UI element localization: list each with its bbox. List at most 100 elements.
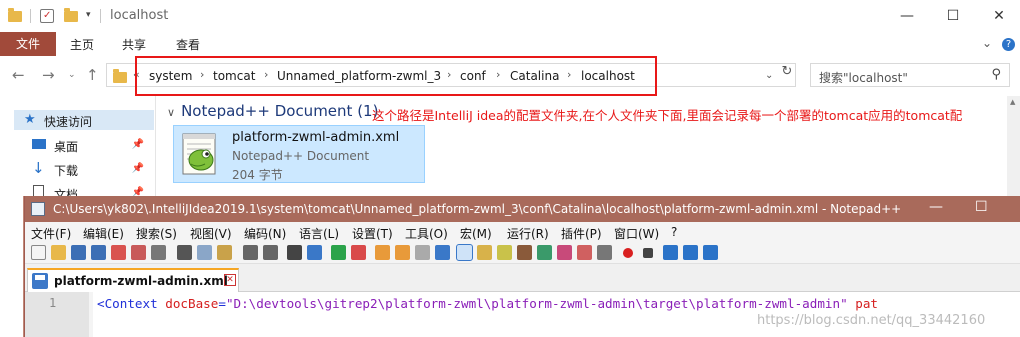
xml-tag: <Context — [97, 296, 158, 311]
indent-guide-icon[interactable] — [456, 244, 473, 261]
notepadpp-titlebar: C:\Users\yk802\.IntelliJIdea2019.1\syste… — [25, 196, 1020, 222]
word-wrap-icon[interactable] — [415, 245, 430, 260]
fold-margin — [89, 292, 93, 337]
window-title: localhost — [110, 8, 169, 23]
open-file-icon[interactable] — [51, 245, 66, 260]
tab-platform-zwml-admin[interactable]: platform-zwml-admin.xml ✕ — [27, 268, 239, 292]
minimize-button[interactable]: — — [929, 199, 943, 215]
forward-icon[interactable]: → — [42, 66, 55, 84]
menu-settings[interactable]: 设置(T) — [352, 225, 393, 242]
minimize-button[interactable]: — — [884, 4, 930, 28]
record-macro-icon[interactable] — [623, 248, 633, 258]
sync-vertical-icon[interactable] — [375, 245, 390, 260]
run-macro-multiple-icon[interactable] — [683, 245, 698, 260]
play-macro-icon[interactable] — [663, 245, 678, 260]
zoom-out-icon[interactable] — [351, 245, 366, 260]
maximize-button[interactable]: ☐ — [930, 4, 976, 28]
new-folder-icon[interactable] — [64, 8, 78, 24]
ribbon-tab-home[interactable]: 主页 — [70, 36, 94, 53]
sync-horizontal-icon[interactable] — [395, 245, 410, 260]
close-all-icon[interactable] — [131, 245, 146, 260]
refresh-icon[interactable]: ↻ — [778, 64, 796, 86]
ribbon: 文件 主页 共享 查看 ⌄ ? — [0, 32, 1020, 56]
menu-encoding[interactable]: 编码(N) — [244, 225, 286, 242]
group-header[interactable]: ∨ Notepad++ Document (1) — [167, 102, 378, 120]
paste-icon[interactable] — [217, 245, 232, 260]
collapse-chevron-icon[interactable]: ∨ — [167, 106, 175, 119]
show-all-chars-icon[interactable] — [435, 245, 450, 260]
file-size: 204 字节 — [232, 168, 283, 182]
up-icon[interactable]: ↑ — [86, 66, 99, 84]
annotation-note: 这个路径是IntelliJ idea的配置文件夹,在个人文件夹下面,里面会记录每… — [372, 108, 963, 141]
cut-icon[interactable] — [177, 245, 192, 260]
preview-icon[interactable] — [597, 245, 612, 260]
copy-icon[interactable] — [197, 245, 212, 260]
address-folder-icon — [113, 69, 127, 83]
expand-ribbon-icon[interactable]: ⌄ — [982, 36, 992, 50]
menu-search[interactable]: 搜索(S) — [136, 225, 177, 242]
sidebar-item-label: 下载 — [54, 164, 79, 178]
close-tab-icon[interactable]: ✕ — [224, 274, 236, 286]
doc-map-icon[interactable] — [497, 245, 512, 260]
tab-bar: platform-zwml-admin.xml ✕ — [25, 264, 1020, 292]
address-dropdown-icon[interactable]: ⌄ — [765, 70, 773, 81]
pin-icon[interactable]: 📌 — [132, 139, 144, 150]
sidebar-item-label: 快速访问 — [44, 115, 93, 129]
sidebar-item-label: 桌面 — [54, 140, 79, 154]
sidebar-item-desktop[interactable]: 桌面 📌 — [20, 135, 150, 155]
new-file-icon[interactable] — [31, 245, 46, 260]
file-item[interactable]: platform-zwml-admin.xml Notepad++ Docume… — [173, 125, 425, 183]
find-icon[interactable] — [287, 245, 302, 260]
menu-language[interactable]: 语言(L) — [299, 225, 339, 242]
ribbon-tab-file[interactable]: 文件 — [0, 32, 56, 56]
language-icon[interactable] — [477, 245, 492, 260]
line-number-gutter — [25, 292, 89, 337]
menu-window[interactable]: 窗口(W) — [614, 225, 659, 242]
maximize-button[interactable]: ☐ — [975, 199, 988, 215]
back-icon[interactable]: ← — [12, 66, 25, 84]
folder-as-workspace-icon[interactable] — [537, 245, 552, 260]
toolbar — [25, 242, 1020, 264]
vertical-scrollbar[interactable]: ▲ — [1007, 96, 1020, 196]
menu-view[interactable]: 视图(V) — [190, 225, 232, 242]
monitoring-icon[interactable] — [557, 245, 572, 260]
group-header-label: Notepad++ Document (1) — [181, 102, 379, 120]
menu-plugins[interactable]: 插件(P) — [561, 225, 602, 242]
properties-icon[interactable]: ✓ — [40, 9, 54, 23]
print-icon[interactable] — [151, 245, 166, 260]
pin-icon[interactable]: 📌 — [132, 163, 144, 174]
notepadpp-app-icon — [31, 202, 45, 216]
menu-macro[interactable]: 宏(M) — [460, 225, 492, 242]
sidebar-item-downloads[interactable]: ↓ 下载 📌 — [20, 159, 150, 179]
close-button[interactable]: ✕ — [976, 4, 1020, 28]
function-list-icon[interactable] — [517, 245, 532, 260]
search-placeholder: 搜索"localhost" — [819, 71, 908, 85]
ribbon-tab-view[interactable]: 查看 — [176, 36, 200, 53]
customize-quick-access-icon[interactable]: ▾ — [86, 10, 91, 26]
recent-locations-icon[interactable]: ⌄ — [68, 70, 76, 80]
save-all-icon[interactable] — [91, 245, 106, 260]
replace-icon[interactable] — [307, 245, 322, 260]
help-icon[interactable]: ? — [1002, 38, 1015, 51]
menu-edit[interactable]: 编辑(E) — [83, 225, 124, 242]
menu-tools[interactable]: 工具(O) — [405, 225, 448, 242]
menu-run[interactable]: 运行(R) — [507, 225, 549, 242]
undo-icon[interactable] — [243, 245, 258, 260]
download-icon: ↓ — [32, 159, 45, 177]
xml-attribute-value: "D:\devtools\gitrep2\platform-zwml\platf… — [225, 296, 848, 311]
menu-file[interactable]: 文件(F) — [31, 225, 71, 242]
code-line[interactable]: <Context docBase="D:\devtools\gitrep2\pl… — [97, 296, 878, 311]
file-type: Notepad++ Document — [232, 149, 370, 163]
menu-help[interactable]: ? — [671, 225, 677, 239]
stop-macro-icon[interactable] — [643, 248, 653, 258]
explorer-titlebar: ✓ ▾ localhost — ☐ ✕ — [0, 0, 1020, 32]
sidebar-item-quick-access[interactable]: ★ 快速访问 — [14, 110, 154, 130]
ribbon-tab-share[interactable]: 共享 — [122, 36, 146, 53]
zoom-in-icon[interactable] — [331, 245, 346, 260]
save-icon[interactable] — [71, 245, 86, 260]
doc-list-icon[interactable] — [577, 245, 592, 260]
save-macro-icon[interactable] — [703, 245, 718, 260]
close-file-icon[interactable] — [111, 245, 126, 260]
redo-icon[interactable] — [263, 245, 278, 260]
search-input[interactable]: 搜索"localhost" ⚲ — [810, 63, 1010, 87]
